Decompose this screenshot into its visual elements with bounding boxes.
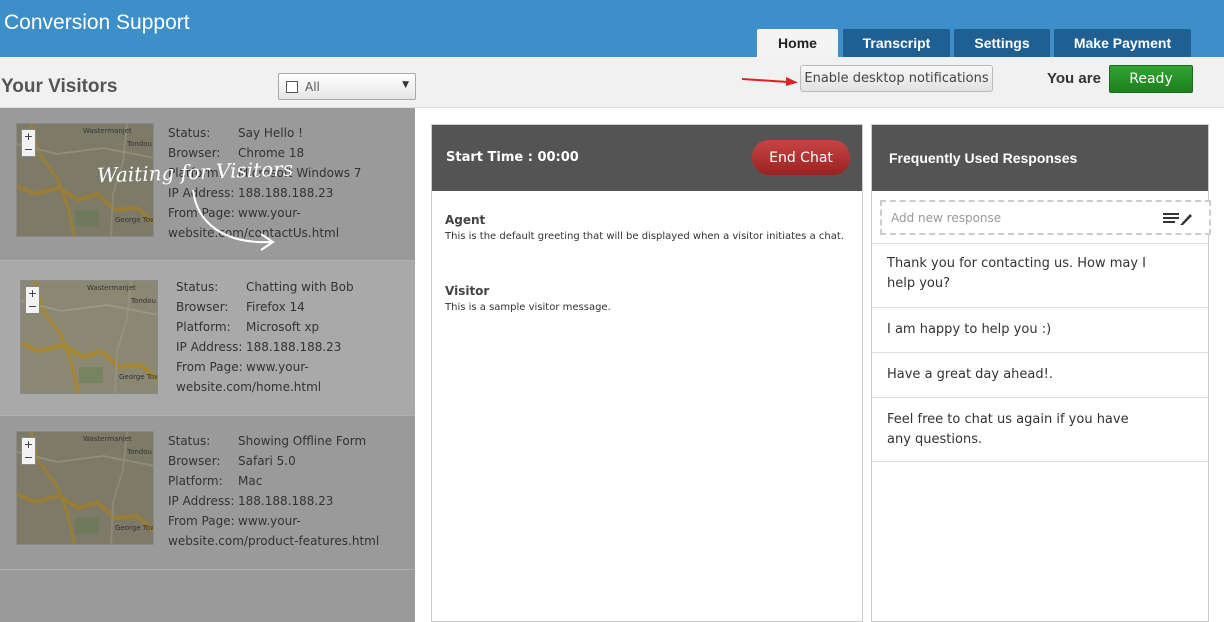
map-zoom-control[interactable]: + − [25,286,40,314]
status-label: You are [1047,70,1101,87]
add-response-input[interactable]: Add new response [880,200,1211,235]
edit-list-icon[interactable] [1163,211,1193,225]
map-place-label: Wastermanjet [83,127,132,135]
browser-value: Firefox 14 [246,300,305,314]
field-label: Status: [176,280,219,294]
visitor-list: Wastermanjet Tondou George Town +− Statu… [0,108,415,622]
app-window: Conversion Support Home Transcript Setti… [0,0,1224,622]
page-value-cont: website.com/product-features.html [168,534,380,548]
visitor-card[interactable]: Wastermanjet Tondou George Town +− Statu… [0,261,415,416]
message-text: This is the default greeting that will b… [445,231,844,242]
chat-header: Start Time : 00:00 End Chat [432,125,862,191]
enable-notifications-button[interactable]: Enable desktop notifications [800,65,993,92]
browser-value: Safari 5.0 [238,454,296,468]
tab-make-payment[interactable]: Make Payment [1054,29,1191,57]
field-label: Platform: [168,474,223,488]
chat-message: Visitor This is a sample visitor message… [445,284,845,316]
page-value-cont: website.com/home.html [176,380,322,394]
map-place-label: Wastermanjet [83,435,132,443]
map-place-label: Tondou [126,140,152,148]
visitors-heading: Your Visitors [1,76,118,97]
page-value: www.your- [238,514,301,528]
response-item[interactable]: Feel free to chat us again if you have a… [872,397,1208,462]
end-chat-button[interactable]: End Chat [752,140,850,175]
ready-status-button[interactable]: Ready [1109,65,1193,93]
tab-transcript[interactable]: Transcript [843,29,950,57]
message-text: This is a sample visitor message. [445,302,611,313]
map-zoom-control[interactable]: + − [21,437,36,465]
page-value: www.your- [246,360,309,374]
response-item[interactable]: I am happy to help you :) [872,307,1208,352]
platform-value: Mac [238,474,263,488]
tab-settings[interactable]: Settings [954,29,1050,57]
field-label: From Page: [176,360,243,374]
responses-title: Frequently Used Responses [889,150,1078,166]
response-item[interactable]: Thank you for contacting us. How may I h… [872,243,1208,307]
chevron-down-icon: ▼ [402,80,409,90]
field-label: Browser: [168,454,221,468]
filter-value: All [305,79,320,94]
red-arrow-icon [741,77,798,86]
toolbar: Your Visitors All ▼ Enable desktop notif… [0,57,1224,108]
chat-panel: Start Time : 00:00 End Chat Agent This i… [431,124,863,622]
map-place-label: Tondou [126,448,152,456]
field-label: Status: [168,126,211,140]
visitor-map: Wastermanjet Tondou George Town +− [20,280,158,394]
app-title: Conversion Support [4,11,190,34]
map-zoom-control[interactable]: + − [21,129,36,157]
field-label: Browser: [176,300,229,314]
tab-home[interactable]: Home [757,29,838,57]
map-place-label: Tondou [130,297,156,305]
field-label: IP Address: [176,340,243,354]
responses-panel: Frequently Used Responses Add new respon… [871,124,1211,622]
add-response-placeholder: Add new response [891,210,1002,225]
status-value: Chatting with Bob [246,280,354,294]
map-place-label: Wastermanjet [87,284,136,292]
field-label: Status: [168,434,211,448]
message-sender: Visitor [445,284,490,298]
waiting-overlay: Waiting for Visitors [96,156,317,270]
response-item[interactable]: Have a great day ahead!. [872,352,1208,397]
status-value: Showing Offline Form [238,434,367,448]
filter-checkbox[interactable] [286,80,298,93]
map-place-label: George Town [115,524,154,532]
visitor-info: Status: Chatting with Bob Browser: Firefox… [176,277,354,397]
status-value: Say Hello ! [238,126,303,140]
ip-value: 188.188.188.23 [238,494,334,508]
map-place-label: George Town [119,373,158,381]
field-label: IP Address: [168,494,235,508]
field-label: From Page: [168,514,235,528]
message-sender: Agent [445,213,486,227]
top-bar: Conversion Support Home Transcript Setti… [0,0,1224,57]
visitor-card[interactable]: Wastermanjet Tondou George Town +− Statu… [0,416,415,570]
visitor-map: Wastermanjet Tondou George Town +− [16,431,154,545]
field-label: Platform: [176,320,231,334]
start-time: Start Time : 00:00 [446,150,579,165]
chat-message: Agent This is the default greeting that … [445,213,845,245]
visitor-info: Status: Showing Offline Form Browser: Safa… [168,431,379,551]
responses-header: Frequently Used Responses [872,125,1208,191]
visitor-filter-select[interactable]: All ▼ [278,73,416,100]
ip-value: 188.188.188.23 [246,340,342,354]
platform-value: Microsoft xp [246,320,320,334]
curved-arrow-icon [192,189,275,251]
waiting-text: Waiting for Visitors [96,156,294,188]
